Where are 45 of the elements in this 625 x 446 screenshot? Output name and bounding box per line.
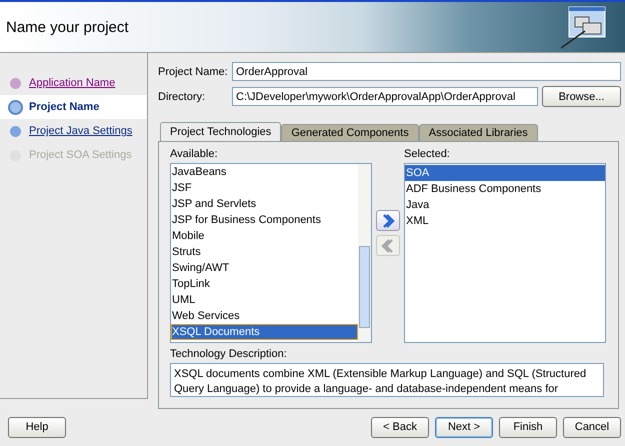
tab[interactable]: Project Technologies: [160, 122, 282, 141]
list-item[interactable]: Swing/AWT: [171, 260, 358, 276]
list-item[interactable]: Web Services: [171, 308, 358, 324]
nav-button[interactable]: Cancel: [563, 416, 621, 438]
list-item[interactable]: TopLink: [171, 276, 358, 292]
scroll-thumb[interactable]: [359, 246, 370, 328]
available-list[interactable]: JavaBeans JSF JSP and Servlets JSP for Business Components Mobile Struts Swing/AWT TopLink UML Web Services XSQL Documents: [170, 163, 372, 343]
list-item[interactable]: UML: [171, 292, 358, 308]
step-dot-icon: [10, 126, 21, 136]
field-label: Directory:: [158, 90, 206, 102]
selected-list[interactable]: SOA ADF Business Components Java XML: [404, 163, 606, 343]
list-item[interactable]: Struts: [171, 244, 358, 260]
step-dot-icon: [10, 102, 21, 112]
browse-button[interactable]: Browse...: [542, 86, 621, 107]
list-item[interactable]: SOA: [405, 165, 605, 181]
add-button[interactable]: [376, 210, 400, 231]
list-item[interactable]: JavaBeans: [171, 164, 358, 180]
available-label: Available:: [170, 148, 218, 161]
list-item[interactable]: XML: [405, 213, 605, 229]
description-label: Technology Description:: [170, 348, 288, 361]
help-button[interactable]: Help: [8, 416, 66, 438]
nav-button[interactable]: < Back: [371, 416, 429, 438]
step-dot-icon: [10, 78, 21, 88]
step-item[interactable]: Application Name: [0, 71, 147, 95]
list-item[interactable]: JSP for Business Components: [171, 212, 358, 228]
scrollbar[interactable]: [358, 164, 371, 342]
next-button[interactable]: Next >: [435, 416, 493, 438]
list-item[interactable]: JSP and Servlets: [171, 196, 358, 212]
tab[interactable]: Generated Components: [281, 124, 419, 141]
tab[interactable]: Associated Libraries: [418, 124, 538, 141]
list-item[interactable]: ADF Business Components: [405, 181, 605, 197]
field-label: Project Name:: [158, 66, 228, 78]
windows-icon: [561, 5, 607, 49]
list-item[interactable]: Mobile: [171, 228, 358, 244]
list-item[interactable]: Java: [405, 197, 605, 213]
directory-field[interactable]: C:\JDeveloper\mywork\OrderApprovalApp\OrderApproval: [232, 87, 538, 106]
page-title: Name your project: [6, 18, 129, 36]
list-item[interactable]: XSQL Documents: [171, 324, 358, 340]
step-item[interactable]: Project Name: [0, 95, 147, 119]
description-text: XSQL documents combine XML (Extensible Markup Language) and SQL (Structured Query Language) to provide a language- and database-independent means for: [174, 367, 588, 396]
step-item[interactable]: Project Java Settings: [0, 119, 147, 143]
selected-label: Selected:: [404, 148, 451, 161]
nav-button[interactable]: Finish: [499, 416, 557, 438]
list-item[interactable]: JSF: [171, 180, 358, 196]
name-field[interactable]: OrderApproval: [232, 62, 621, 81]
